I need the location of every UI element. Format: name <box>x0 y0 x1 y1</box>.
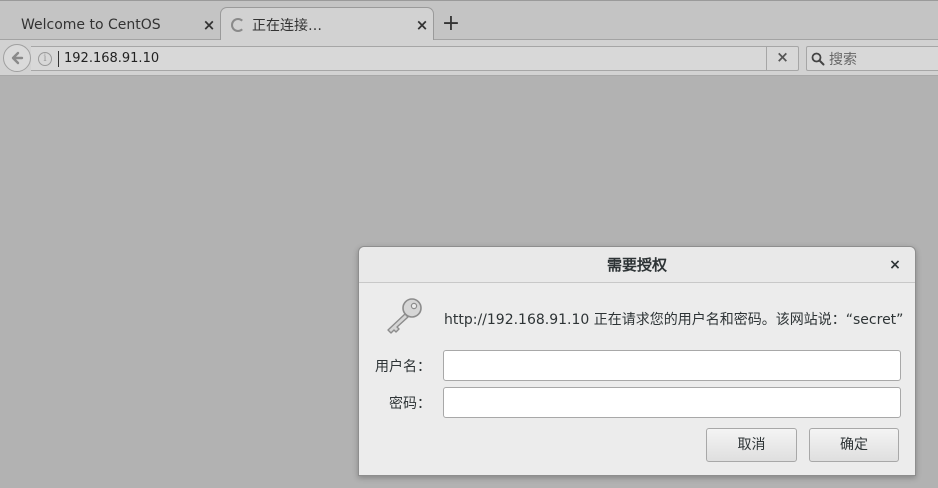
new-tab-button[interactable]: + <box>440 10 462 38</box>
dialog-title: 需要授权 <box>606 256 667 274</box>
password-label: 密码： <box>389 396 431 412</box>
cancel-button[interactable]: 取消 <box>706 428 797 462</box>
search-icon <box>807 52 829 66</box>
url-divider <box>58 50 59 67</box>
clear-url-button[interactable]: × <box>766 46 798 71</box>
url-bar[interactable]: i 192.168.91.10 × <box>31 46 799 71</box>
back-button[interactable] <box>3 44 31 72</box>
search-bar[interactable]: 搜索 <box>806 46 938 71</box>
dialog-header: 需要授权 × <box>359 247 915 283</box>
username-field[interactable] <box>443 350 901 381</box>
close-icon[interactable]: × <box>198 16 220 34</box>
auth-request-message: http://192.168.91.10 正在请求您的用户名和密码。该网站说：“… <box>444 312 904 328</box>
tab-strip: Welcome to CentOS × 正在连接… × + <box>0 0 938 42</box>
tab-welcome-centos[interactable]: Welcome to CentOS × <box>8 8 220 41</box>
password-field[interactable] <box>443 387 901 418</box>
tab-title: 正在连接… <box>252 18 322 34</box>
close-icon[interactable]: × <box>885 255 905 275</box>
back-arrow-icon <box>11 51 24 65</box>
tab-title: Welcome to CentOS <box>21 16 161 33</box>
username-label: 用户名： <box>375 359 431 375</box>
ok-button[interactable]: 确定 <box>809 428 899 462</box>
url-text[interactable]: 192.168.91.10 <box>64 51 766 66</box>
tab-connecting[interactable]: 正在连接… × <box>220 7 434 42</box>
close-icon[interactable]: × <box>411 16 433 34</box>
navigation-toolbar: i 192.168.91.10 × 搜索 <box>0 40 938 76</box>
key-icon <box>387 298 422 334</box>
info-icon[interactable]: i <box>38 51 52 66</box>
loading-spinner-icon <box>231 18 245 32</box>
search-placeholder: 搜索 <box>829 51 857 68</box>
authentication-dialog: 需要授权 × http://192.168.91.10 正在请求您的用户名和密码… <box>358 246 916 476</box>
